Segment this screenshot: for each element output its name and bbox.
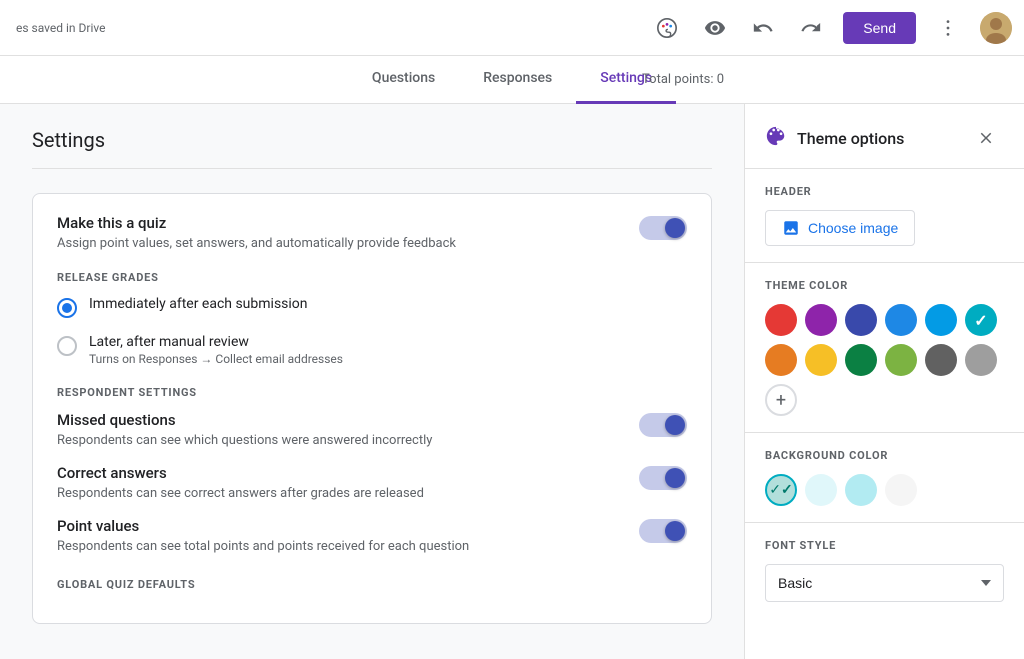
theme-header: Theme options bbox=[745, 104, 1024, 169]
color-swatch-purple[interactable] bbox=[805, 304, 837, 336]
choose-image-button[interactable]: Choose image bbox=[765, 210, 915, 246]
redo-button[interactable] bbox=[791, 8, 831, 48]
palette-icon bbox=[765, 125, 787, 152]
correct-answers-info: Correct answers Respondents can see corr… bbox=[57, 464, 424, 501]
color-swatch-yellow[interactable] bbox=[805, 344, 837, 376]
topbar-icons: Send bbox=[647, 8, 1012, 48]
palette-button[interactable] bbox=[647, 8, 687, 48]
font-style-select[interactable]: Basic Decorative Formal Playful bbox=[765, 564, 1004, 602]
global-label: GLOBAL QUIZ DEFAULTS bbox=[57, 578, 687, 591]
topbar: es saved in Drive Send bbox=[0, 0, 1024, 56]
quiz-toggle-track[interactable] bbox=[639, 216, 687, 240]
main-layout: Settings Make this a quiz Assign point v… bbox=[0, 104, 1024, 659]
quiz-toggle[interactable] bbox=[639, 216, 687, 240]
point-values-info: Point values Respondents can see total p… bbox=[57, 517, 469, 554]
color-swatch-orange[interactable] bbox=[765, 344, 797, 376]
choose-image-label: Choose image bbox=[808, 220, 898, 236]
font-style-label: FONT STYLE bbox=[765, 539, 1004, 552]
bg-color-grid: ✓ bbox=[765, 474, 1004, 506]
color-swatch-cyan[interactable] bbox=[965, 304, 997, 336]
color-swatch-lightblue[interactable] bbox=[925, 304, 957, 336]
color-swatch-darkgray[interactable] bbox=[925, 344, 957, 376]
correct-answers-title: Correct answers bbox=[57, 464, 424, 482]
radio-immediately-inner bbox=[62, 303, 72, 313]
preview-button[interactable] bbox=[695, 8, 735, 48]
theme-header-section: HEADER Choose image bbox=[745, 169, 1024, 263]
radio-later-content: Later, after manual review Turns on Resp… bbox=[89, 334, 343, 366]
theme-title-row: Theme options bbox=[765, 125, 904, 152]
correct-answers-toggle[interactable] bbox=[639, 466, 687, 490]
color-swatch-green[interactable] bbox=[885, 344, 917, 376]
missed-questions-row: Missed questions Respondents can see whi… bbox=[57, 411, 687, 448]
radio-immediately-content: Immediately after each submission bbox=[89, 296, 308, 312]
settings-title: Settings bbox=[32, 128, 712, 152]
missed-questions-desc: Respondents can see which questions were… bbox=[57, 433, 432, 448]
tab-questions[interactable]: Questions bbox=[348, 56, 459, 104]
header-label: HEADER bbox=[765, 185, 1004, 198]
theme-close-button[interactable] bbox=[968, 120, 1004, 156]
radio-later-sublabel: Turns on Responses → Collect email addre… bbox=[89, 352, 343, 366]
color-swatch-gray[interactable] bbox=[965, 344, 997, 376]
tabbar: Questions Responses Settings Total point… bbox=[0, 56, 1024, 104]
divider bbox=[32, 168, 712, 169]
color-swatch-indigo[interactable] bbox=[845, 304, 877, 336]
quiz-title: Make this a quiz bbox=[57, 214, 456, 232]
settings-panel: Settings Make this a quiz Assign point v… bbox=[0, 104, 744, 659]
point-values-desc: Respondents can see total points and poi… bbox=[57, 539, 469, 554]
point-values-row: Point values Respondents can see total p… bbox=[57, 517, 687, 554]
color-swatch-darkgreen[interactable] bbox=[845, 344, 877, 376]
missed-questions-info: Missed questions Respondents can see whi… bbox=[57, 411, 432, 448]
undo-button[interactable] bbox=[743, 8, 783, 48]
avatar[interactable] bbox=[980, 12, 1012, 44]
radio-immediately-circle[interactable] bbox=[57, 298, 77, 318]
quiz-toggle-thumb bbox=[665, 218, 685, 238]
radio-later-circle[interactable] bbox=[57, 336, 77, 356]
point-values-title: Point values bbox=[57, 517, 469, 535]
send-button[interactable]: Send bbox=[843, 12, 916, 44]
bg-swatch-light1[interactable] bbox=[805, 474, 837, 506]
quiz-desc: Assign point values, set answers, and au… bbox=[57, 236, 456, 251]
bg-color-section: BACKGROUND COLOR ✓ bbox=[745, 433, 1024, 523]
quiz-info: Make this a quiz Assign point values, se… bbox=[57, 214, 456, 251]
saved-status: es saved in Drive bbox=[16, 21, 106, 35]
correct-answers-thumb bbox=[665, 468, 685, 488]
correct-answers-desc: Respondents can see correct answers afte… bbox=[57, 486, 424, 501]
missed-questions-track[interactable] bbox=[639, 413, 687, 437]
point-values-toggle[interactable] bbox=[639, 519, 687, 543]
color-swatch-blue[interactable] bbox=[885, 304, 917, 336]
font-style-section: FONT STYLE Basic Decorative Formal Playf… bbox=[745, 523, 1024, 618]
quiz-card: Make this a quiz Assign point values, se… bbox=[32, 193, 712, 624]
point-values-track[interactable] bbox=[639, 519, 687, 543]
bg-color-label: BACKGROUND COLOR bbox=[765, 449, 1004, 462]
release-grades-label: RELEASE GRADES bbox=[57, 271, 687, 284]
total-points: Total points: 0 bbox=[642, 72, 724, 87]
theme-panel: Theme options HEADER Choose image THEME … bbox=[744, 104, 1024, 659]
theme-color-section: THEME COLOR + bbox=[745, 263, 1024, 433]
bg-swatch-teal[interactable]: ✓ bbox=[765, 474, 797, 506]
missed-questions-thumb bbox=[665, 415, 685, 435]
correct-answers-track[interactable] bbox=[639, 466, 687, 490]
missed-questions-toggle[interactable] bbox=[639, 413, 687, 437]
theme-color-label: THEME COLOR bbox=[765, 279, 1004, 292]
quiz-row: Make this a quiz Assign point values, se… bbox=[57, 214, 687, 251]
radio-later-label: Later, after manual review bbox=[89, 334, 343, 350]
theme-color-grid: + bbox=[765, 304, 1004, 416]
color-swatch-red[interactable] bbox=[765, 304, 797, 336]
correct-answers-row: Correct answers Respondents can see corr… bbox=[57, 464, 687, 501]
radio-immediately-label: Immediately after each submission bbox=[89, 296, 308, 312]
point-values-thumb bbox=[665, 521, 685, 541]
bg-swatch-white[interactable] bbox=[885, 474, 917, 506]
color-swatch-add[interactable]: + bbox=[765, 384, 797, 416]
theme-title: Theme options bbox=[797, 129, 904, 148]
respondent-settings-label: RESPONDENT SETTINGS bbox=[57, 386, 687, 399]
missed-questions-title: Missed questions bbox=[57, 411, 432, 429]
radio-later[interactable]: Later, after manual review Turns on Resp… bbox=[57, 334, 687, 366]
tab-responses[interactable]: Responses bbox=[459, 56, 576, 104]
more-options-button[interactable] bbox=[928, 8, 968, 48]
radio-immediately[interactable]: Immediately after each submission bbox=[57, 296, 687, 318]
bg-swatch-light2[interactable] bbox=[845, 474, 877, 506]
